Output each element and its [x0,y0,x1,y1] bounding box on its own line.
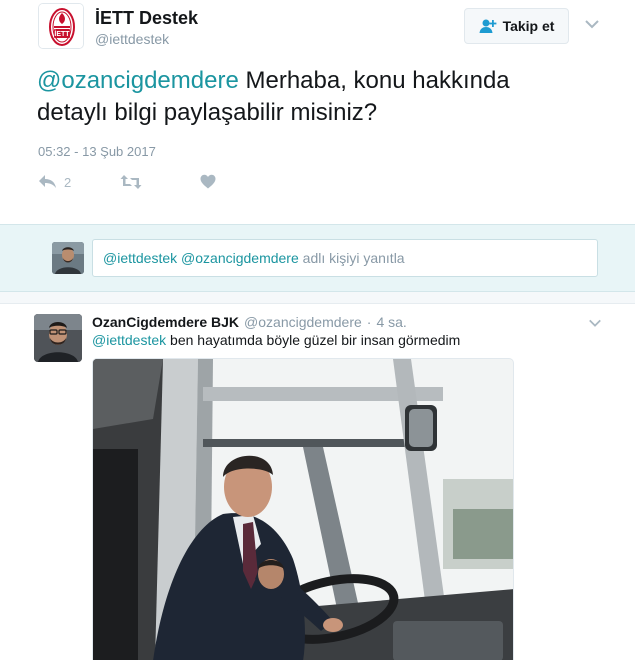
tweet-text: @ozancigdemdere Merhaba, konu hakkında d… [37,65,597,129]
reply-mention-1: @iettdestek [103,250,178,266]
reply-mention-2: @ozancigdemdere [181,250,299,266]
user-handle[interactable]: @iettdestek [95,31,169,47]
iett-logo-icon: İETT [39,4,83,48]
reply-user-handle[interactable]: @ozancigdemdere [244,314,362,330]
chevron-down-icon[interactable] [588,316,602,330]
reply-icon [39,175,56,188]
main-tweet: İETT İETT Destek @iettdestek Takip et @o… [0,0,635,224]
separator-dot: · [366,314,372,330]
reply-tweet: OzanCigdemdere BJK @ozancigdemdere · 4 s… [0,304,635,660]
bus-driver-photo [93,359,513,660]
reply-mention-link[interactable]: @iettdestek [92,332,166,348]
reply-text-body: ben hayatımda böyle güzel bir insan görm… [166,332,461,348]
timestamp[interactable]: 05:32 - 13 Şub 2017 [38,144,156,159]
reply-tweet-text: @iettdestek ben hayatımda böyle güzel bi… [92,332,460,348]
retweet-icon [120,175,142,189]
heart-icon [200,174,216,189]
tweet-text-line1: Merhaba, konu hakkında [238,67,510,94]
user-photo-icon [34,314,82,362]
reply-placeholder: adlı kişiyi yanıtla [298,250,405,266]
like-action[interactable] [200,174,216,189]
iett-avatar[interactable]: İETT [38,3,84,49]
reply-display-name[interactable]: OzanCigdemdere BJK [92,314,239,330]
tweet-text-line2: detaylı bilgi paylaşabilir misiniz? [37,99,378,126]
follow-button[interactable]: Takip et [464,8,569,44]
reply-time[interactable]: 4 sa. [376,314,406,330]
add-user-icon [479,19,496,33]
reply-input[interactable]: @iettdestek @ozancigdemdere adlı kişiyi … [92,239,598,277]
current-user-avatar [52,242,84,274]
svg-text:İETT: İETT [54,30,70,38]
conversation-divider [0,292,635,304]
display-name[interactable]: İETT Destek [95,8,198,29]
reply-header: OzanCigdemdere BJK @ozancigdemdere · 4 s… [92,314,407,330]
reply-count: 2 [64,174,72,190]
reply-composer: @iettdestek @ozancigdemdere adlı kişiyi … [0,224,635,292]
reply-user-avatar[interactable] [34,314,82,362]
retweet-action[interactable] [120,174,142,190]
user-photo-icon [52,242,84,274]
tweet-photo[interactable] [92,358,514,660]
mention-link[interactable]: @ozancigdemdere [37,67,239,94]
chevron-down-icon[interactable] [584,16,600,32]
reply-action[interactable]: 2 [38,174,71,190]
follow-label: Takip et [502,18,555,34]
